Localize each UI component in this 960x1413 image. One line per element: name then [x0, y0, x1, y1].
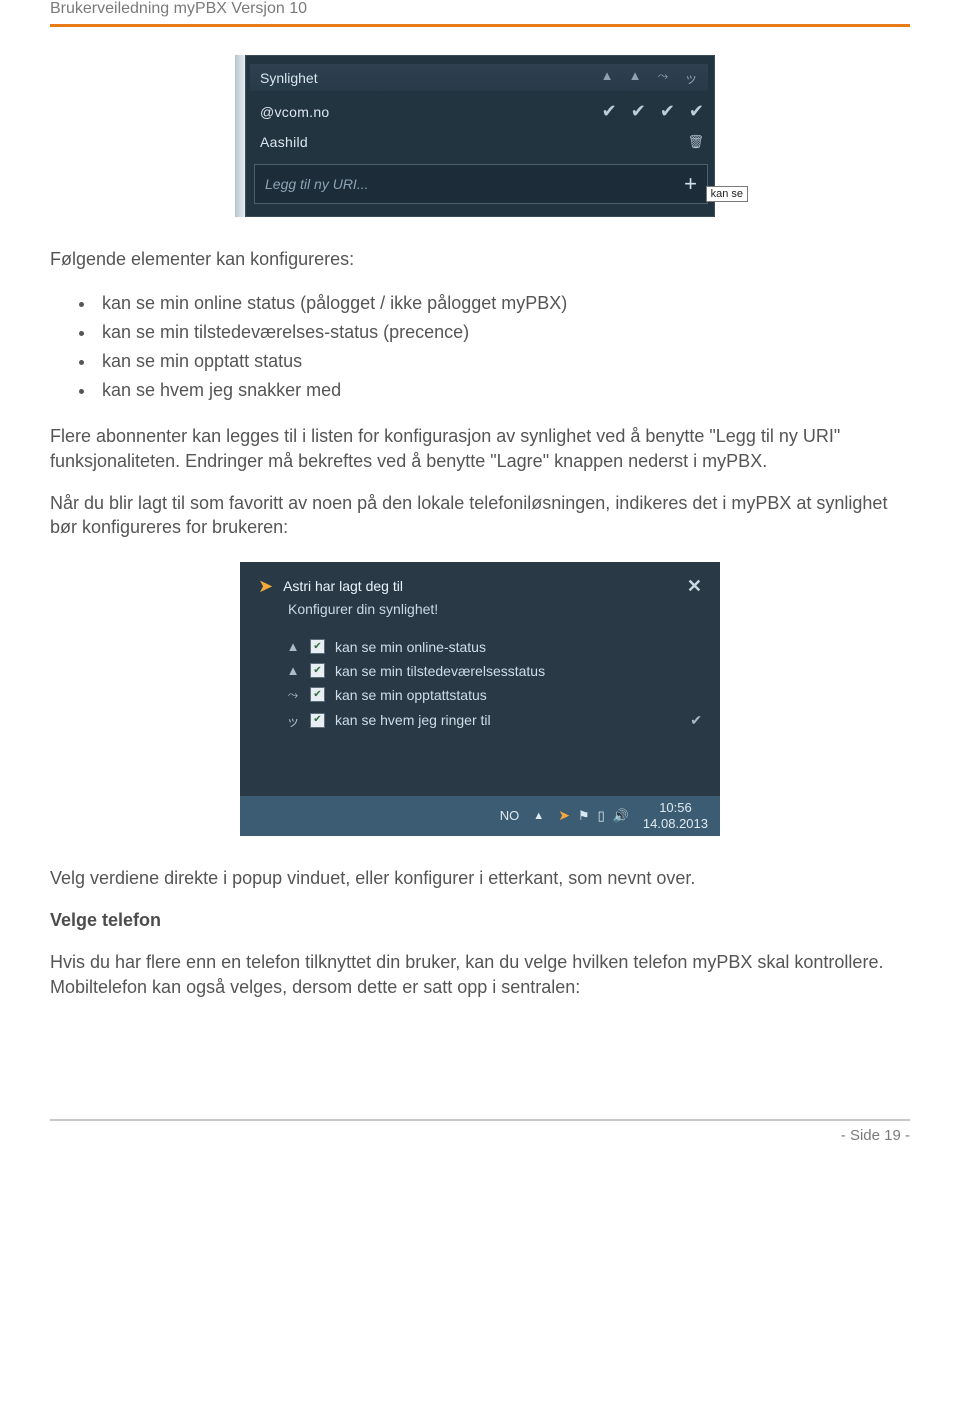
language-indicator[interactable]: NO — [500, 808, 520, 823]
list-item: kan se hvem jeg snakker med — [96, 376, 910, 405]
busy-icon: ⤳ — [286, 687, 300, 703]
section-heading-velge-telefon: Velge telefon — [50, 908, 910, 932]
taskbar: NO ▲ ➤ ⚑ ▯ 🔊 10:56 14.08.2013 — [240, 796, 720, 836]
uri-label: @vcom.no — [260, 104, 330, 120]
check-icon[interactable]: ✔ — [602, 101, 617, 122]
presence-status-icon: ▲ — [286, 663, 300, 678]
paragraph: Hvis du har flere enn en telefon tilknyt… — [50, 950, 910, 999]
close-icon[interactable]: ✕ — [687, 576, 702, 597]
visibility-option[interactable]: ⤳ ✔ kan se min opptattstatus — [286, 683, 702, 707]
paragraph: Flere abonnenter kan legges til i listen… — [50, 424, 910, 473]
popup-subtitle: Konfigurer din synlighet! — [288, 601, 702, 617]
synlighet-row: Aashild 🗑 — [260, 128, 708, 156]
document-header: Brukerveiledning myPBX Versjon 10 — [50, 0, 910, 27]
list-item: kan se min opptatt status — [96, 347, 910, 376]
visibility-option[interactable]: ▲ ✔ kan se min tilstedeværelsesstatus — [286, 659, 702, 683]
header-icon-row: ▲ ▲ ⤳ ッ — [600, 68, 698, 87]
screenshot-synlighet-panel: Synlighet ▲ ▲ ⤳ ッ @vcom.no ✔ ✔ ✔ ✔ Aas — [245, 55, 715, 217]
visibility-option[interactable]: ▲ ✔ kan se min online-status — [286, 635, 702, 659]
tray-arrow-icon[interactable]: ▲ — [533, 810, 544, 822]
option-label: kan se hvem jeg ringer til — [335, 712, 491, 728]
checkbox[interactable]: ✔ — [310, 639, 325, 654]
taskbar-clock[interactable]: 10:56 14.08.2013 — [643, 800, 708, 831]
confirm-check-icon[interactable]: ✔ — [690, 712, 702, 729]
page-footer: - Side 19 - — [50, 1119, 910, 1144]
presence-online-icon: ▲ — [286, 639, 300, 654]
fish-tray-icon[interactable]: ➤ — [558, 807, 570, 824]
feature-bullet-list: kan se min online status (pålogget / ikk… — [50, 289, 910, 404]
checkbox[interactable]: ✔ — [310, 663, 325, 678]
flag-icon[interactable]: ⚑ — [578, 808, 590, 824]
popup-title: Astri har lagt deg til — [283, 578, 687, 594]
check-icon[interactable]: ✔ — [660, 101, 675, 122]
uri-label: Aashild — [260, 134, 308, 150]
clock-time: 10:56 — [643, 800, 708, 816]
list-item: kan se min online status (pålogget / ikk… — [96, 289, 910, 318]
paragraph: Velg verdiene direkte i popup vinduet, e… — [50, 866, 910, 890]
paragraph-intro: Følgende elementer kan konfigureres: — [50, 247, 910, 271]
tooltip-kan-se: kan se — [706, 186, 748, 202]
speaker-icon[interactable]: 🔊 — [613, 808, 629, 824]
add-uri-input[interactable]: Legg til ny URI... + — [254, 164, 708, 204]
network-icon[interactable]: ▯ — [598, 808, 605, 824]
plus-icon[interactable]: + — [684, 171, 697, 197]
option-label: kan se min opptattstatus — [335, 687, 487, 703]
presence-status-icon: ▲ — [628, 68, 642, 87]
checkbox[interactable]: ✔ — [310, 687, 325, 702]
screenshot-popup-synlighet: ➤ Astri har lagt deg til ✕ Konfigurer di… — [240, 562, 720, 836]
clock-date: 14.08.2013 — [643, 816, 708, 832]
busy-icon: ⤳ — [656, 68, 670, 87]
check-icon[interactable]: ✔ — [689, 101, 704, 122]
scrollbar[interactable] — [235, 55, 245, 217]
synlighet-row: @vcom.no ✔ ✔ ✔ ✔ — [260, 95, 708, 128]
call-icon: ッ — [684, 68, 698, 87]
option-label: kan se min tilstedeværelsesstatus — [335, 663, 545, 679]
add-uri-placeholder: Legg til ny URI... — [265, 176, 684, 192]
checkbox[interactable]: ✔ — [310, 713, 325, 728]
check-icon[interactable]: ✔ — [631, 101, 646, 122]
call-icon: ッ — [286, 711, 300, 730]
trash-icon[interactable]: 🗑 — [687, 134, 704, 150]
paragraph: Når du blir lagt til som favoritt av noe… — [50, 491, 910, 540]
list-item: kan se min tilstedeværelses-status (prec… — [96, 318, 910, 347]
visibility-option[interactable]: ッ ✔ kan se hvem jeg ringer til ✔ — [286, 707, 702, 734]
fish-icon: ➤ — [258, 576, 273, 597]
presence-online-icon: ▲ — [600, 68, 614, 87]
panel-title: Synlighet — [260, 70, 318, 86]
option-label: kan se min online-status — [335, 639, 486, 655]
